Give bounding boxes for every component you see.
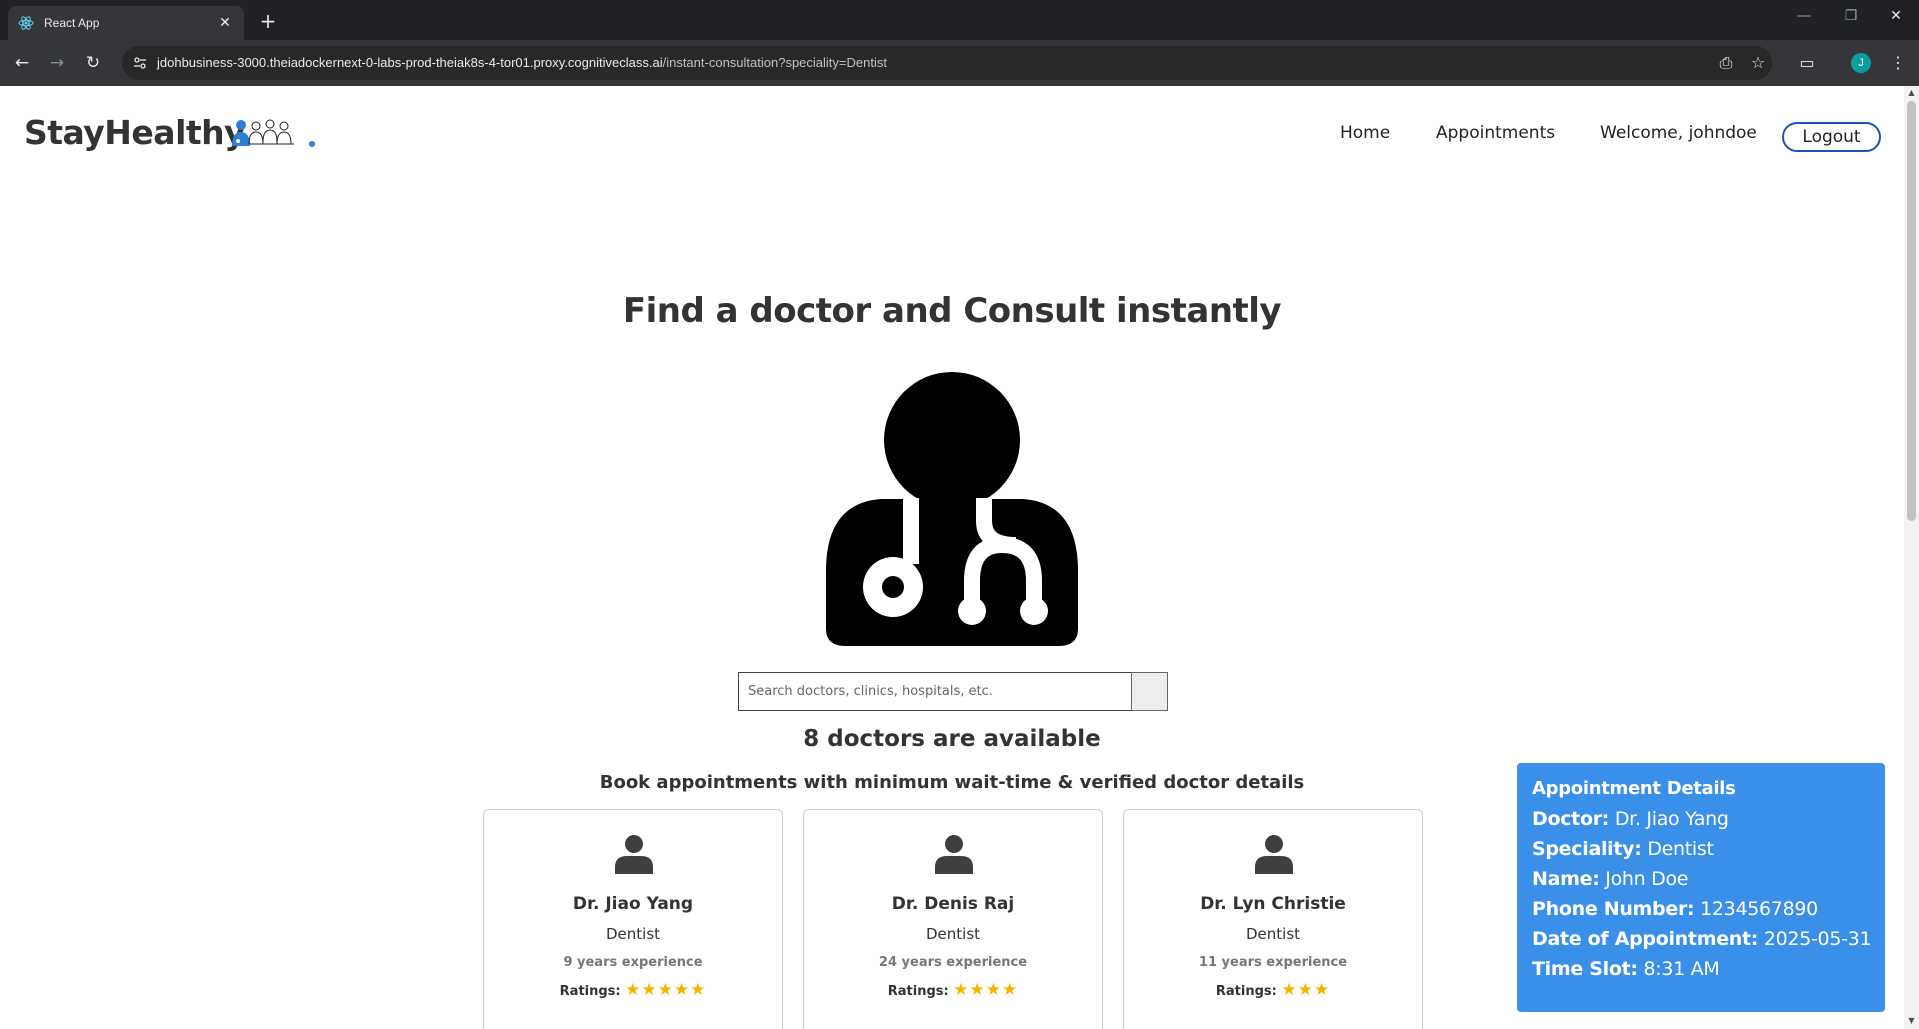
scroll-down-icon[interactable]: ▼ — [1906, 1016, 1917, 1027]
appointment-title: Appointment Details — [1532, 778, 1736, 799]
doctor-speciality: Dentist — [1245, 925, 1301, 943]
person-icon — [935, 835, 973, 874]
doctor-name: Dr. Denis Raj — [891, 894, 1015, 914]
welcome-user-text: Welcome, johndoe — [1600, 123, 1757, 143]
doctor-experience: 9 years experience — [563, 955, 703, 970]
appointment-speciality: Speciality: Dentist — [1532, 838, 1714, 860]
back-icon[interactable]: ← — [11, 52, 33, 74]
appointment-doctor: Doctor: Dr. Jiao Yang — [1532, 808, 1729, 830]
doctor-card[interactable]: Dr. Lyn Christie Dentist 11 years experi… — [1123, 809, 1423, 1029]
doctor-stethoscope-icon — [826, 372, 1078, 646]
tab-title: React App — [44, 16, 100, 30]
search-button[interactable] — [1131, 672, 1168, 711]
doctors-logo-icon — [232, 119, 315, 147]
doctor-experience: 24 years experience — [878, 955, 1028, 970]
person-icon — [615, 835, 653, 874]
side-panel-icon[interactable]: ▭ — [1796, 52, 1818, 74]
nav-appointments-link[interactable]: Appointments — [1436, 123, 1555, 143]
new-tab-button[interactable]: + — [254, 8, 282, 36]
appointment-name: Name: John Doe — [1532, 868, 1689, 890]
doctor-name: Dr. Jiao Yang — [572, 894, 694, 914]
person-icon — [1255, 835, 1293, 874]
doctor-card[interactable]: Dr. Denis Raj Dentist 24 years experienc… — [803, 809, 1103, 1029]
install-app-icon[interactable]: ⎙ — [1715, 52, 1737, 74]
web-page: StayHealthy Home Appointments Welcome, j… — [0, 86, 1919, 1029]
logout-button[interactable]: Logout — [1782, 122, 1881, 152]
doctor-experience: 11 years experience — [1198, 955, 1348, 970]
nav-home-link[interactable]: Home — [1340, 123, 1390, 143]
rating-stars-icon: ★★★★★ — [625, 980, 707, 1000]
restore-icon[interactable]: ❐ — [1836, 8, 1866, 24]
browser-tab-bar: React App ✕ + — ❐ ✕ — [0, 0, 1919, 40]
doctor-ratings: Ratings: ★★★ — [1215, 980, 1331, 1000]
search-input[interactable] — [738, 672, 1132, 711]
doctor-card[interactable]: Dr. Jiao Yang Dentist 9 years experience… — [483, 809, 783, 1029]
site-logo[interactable]: StayHealthy — [24, 113, 246, 152]
rating-stars-icon: ★★★ — [1281, 980, 1331, 1000]
doctor-speciality: Dentist — [925, 925, 981, 943]
search-bar — [738, 672, 1168, 711]
appointment-phone: Phone Number: 1234567890 — [1532, 898, 1818, 920]
page-scrollbar[interactable]: ▲ ▼ — [1904, 86, 1919, 1029]
address-bar[interactable]: jdohbusiness-3000.theiadockernext-0-labs… — [122, 46, 1772, 80]
forward-icon[interactable]: → — [46, 52, 68, 74]
react-icon — [18, 16, 34, 30]
site-info-icon[interactable] — [132, 55, 148, 71]
browser-toolbar: ← → ↻ jdohbusiness-3000.theiadockernext-… — [0, 40, 1919, 86]
browser-tab[interactable]: React App ✕ — [8, 6, 244, 40]
bookmark-star-icon[interactable]: ☆ — [1747, 52, 1769, 74]
close-tab-icon[interactable]: ✕ — [216, 15, 234, 31]
scrollbar-thumb[interactable] — [1907, 101, 1916, 521]
doctor-speciality: Dentist — [605, 925, 661, 943]
doctor-ratings: Ratings: ★★★★ — [887, 980, 1019, 1000]
reload-icon[interactable]: ↻ — [82, 52, 104, 74]
doctor-name: Dr. Lyn Christie — [1200, 894, 1346, 914]
appointment-time: Time Slot: 8:31 AM — [1532, 958, 1720, 980]
scroll-up-icon[interactable]: ▲ — [1906, 88, 1917, 99]
profile-avatar[interactable]: J — [1851, 53, 1871, 73]
rating-stars-icon: ★★★★ — [953, 980, 1019, 1000]
close-window-icon[interactable]: ✕ — [1881, 8, 1911, 24]
url-text: jdohbusiness-3000.theiadockernext-0-labs… — [157, 55, 887, 70]
doctor-ratings: Ratings: ★★★★★ — [559, 980, 707, 1000]
appointment-date: Date of Appointment: 2025-05-31 — [1532, 928, 1872, 950]
menu-icon[interactable]: ⋮ — [1887, 52, 1909, 74]
minimize-icon[interactable]: — — [1789, 8, 1819, 24]
doctors-available-text: 8 doctors are available — [803, 726, 1101, 752]
page-heading: Find a doctor and Consult instantly — [622, 291, 1282, 331]
appointment-details-panel: Appointment Details Doctor: Dr. Jiao Yan… — [1517, 763, 1885, 1012]
